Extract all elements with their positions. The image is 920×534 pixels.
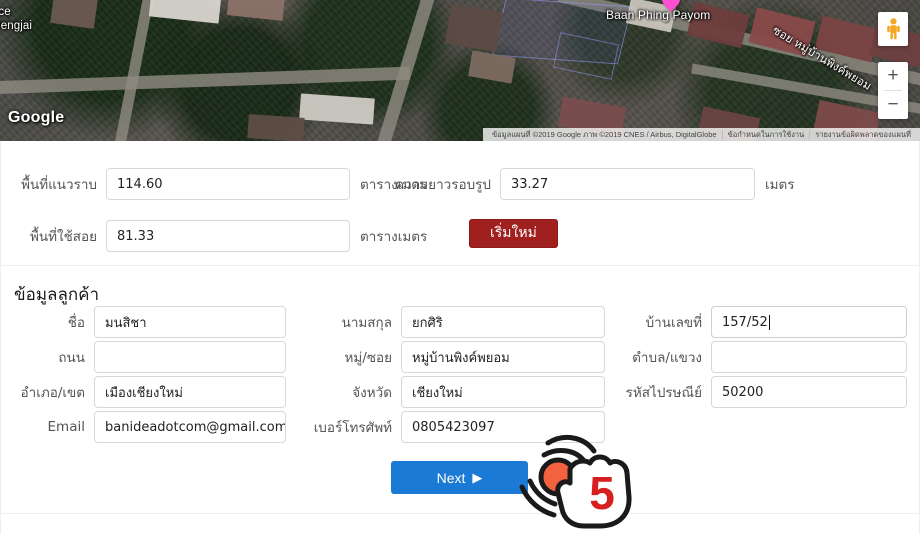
map-building [247,114,305,141]
label-perimeter: ความยาวรอบรูป [395,177,491,193]
label-email: Email [47,419,85,435]
map-label-mengjai: nt Mengjai [0,20,33,32]
text-caret [768,314,770,330]
input-road[interactable] [94,341,286,373]
restart-button-wrap: เริ่มใหม่ [469,219,558,249]
input-postcode[interactable]: 50200 [711,376,907,408]
zoom-out-button[interactable]: − [878,91,908,119]
map-label-baan-phing-payom: Baan Phing Payom [606,8,711,22]
attribution-terms-link[interactable]: ข้อกำหนดในการใช้งาน [723,129,810,141]
input-perimeter[interactable]: 33.27 [500,168,755,200]
field-row-postcode: รหัสไปรษณีย์ 50200 [613,376,907,408]
field-row-house-no: บ้านเลขที่ 157/52 [623,306,907,338]
map-view[interactable]: rvice nt Mengjai Baan Phing Payom ซอย หม… [0,0,920,141]
restart-button[interactable]: เริ่มใหม่ [469,219,558,249]
label-province: จังหวัด [352,385,392,401]
attribution-map-data: ข้อมูลแผนที่ ©2019 Google ภาพ ©2019 CNES… [492,129,717,139]
map-attribution-bar: ข้อมูลแผนที่ ©2019 Google ภาพ ©2019 CNES… [483,128,920,141]
input-house-no[interactable]: 157/52 [711,306,907,338]
house-no-value: 157/52 [722,314,768,330]
label-first-name: ชื่อ [67,315,85,331]
input-province[interactable]: เชียงใหม่ [401,376,605,408]
input-subdistrict[interactable] [711,341,907,373]
map-pin-marker[interactable] [658,0,684,14]
bottom-divider [0,513,920,514]
unit-area-usable: ตารางเมตร [360,229,428,245]
input-email[interactable]: banideadotcom@gmail.com [94,411,286,443]
field-row-email: Email banideadotcom@gmail.com [14,411,286,443]
next-button-label: Next [436,469,466,486]
input-area-flat[interactable]: 114.60 [106,168,350,200]
unit-perimeter: เมตร [765,177,795,193]
map-building [299,93,375,125]
app-root: rvice nt Mengjai Baan Phing Payom ซอย หม… [0,0,920,534]
pegman-glyph [886,18,900,40]
play-arrow-icon: ▶ [472,470,483,485]
input-area-usable[interactable]: 81.33 [106,220,350,252]
label-area-flat: พื้นที่แนวราบ [21,177,97,193]
section-divider [0,265,920,266]
hand-tap-annotation: 5 [508,425,643,530]
field-row-province: จังหวัด เชียงใหม่ [316,376,605,408]
input-first-name[interactable]: มนสิชา [94,306,286,338]
google-logo: Google [8,109,65,126]
field-row-road: ถนน [14,341,286,373]
label-subdistrict: ตำบล/แขวง [632,350,702,366]
label-area-usable: พื้นที่ใช้สอย [29,229,97,245]
zoom-in-button[interactable]: + [878,62,908,90]
field-row-district: อำเภอ/เขต เมืองเชียงใหม่ [14,376,286,408]
hand-tap-icon: 5 [519,434,632,529]
field-row-area-flat: พื้นที่แนวราบ 114.60 ตารางเมตร [14,168,427,200]
input-moo-soi[interactable]: หมู่บ้านพิงค์พยอม [401,341,605,373]
step-number-label: 5 [589,467,615,519]
map-zoom-controls[interactable]: + − [878,62,908,119]
label-last-name: นามสกุล [341,315,392,331]
page-section-title: ข้อมูลลูกค้า [14,285,100,305]
input-last-name[interactable]: ยกศิริ [401,306,605,338]
field-row-first-name: ชื่อ มนสิชา [14,306,286,338]
field-row-last-name: นามสกุล ยกศิริ [316,306,605,338]
label-house-no: บ้านเลขที่ [645,315,702,331]
label-road: ถนน [58,350,85,366]
map-label-service: rvice [0,6,11,18]
field-row-area-usable: พื้นที่ใช้สอย 81.33 ตารางเมตร [14,220,427,252]
attribution-report-link[interactable]: รายงานข้อผิดพลาดของแผนที่ [810,129,916,141]
label-district: อำเภอ/เขต [20,385,85,401]
panel-left-border [0,141,1,534]
field-row-moo-soi: หมู่/ซอย หมู่บ้านพิงค์พยอม [316,341,605,373]
label-postcode: รหัสไปรษณีย์ [625,385,702,401]
street-view-pegman-icon[interactable] [878,12,908,46]
input-district[interactable]: เมืองเชียงใหม่ [94,376,286,408]
label-moo-soi: หมู่/ซอย [344,350,392,366]
field-row-perimeter: ความยาวรอบรูป 33.27 เมตร [390,168,795,200]
field-row-subdistrict: ตำบล/แขวง [623,341,907,373]
label-phone: เบอร์โทรศัพท์ [313,420,392,436]
